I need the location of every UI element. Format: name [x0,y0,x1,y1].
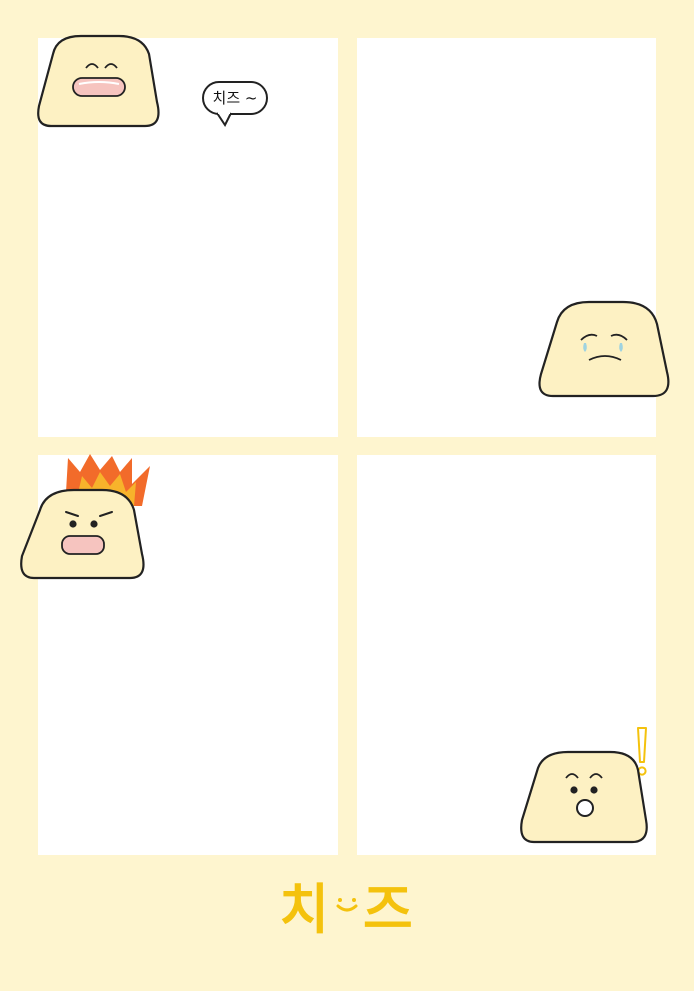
surprised-cheese-character [520,727,648,844]
logo-text-left: 치 [279,877,331,941]
speech-bubble-tail [216,110,232,127]
speech-bubble: 치즈 ~ [202,81,268,115]
cheese-logo: 치 즈 [230,866,464,942]
crying-cheese-character [538,300,670,398]
speech-bubble-text: 치즈 ~ [212,89,258,107]
smile-face-icon [336,898,358,912]
angry-cheese-character [20,454,150,580]
exclamation-mark-icon [637,727,647,776]
laughing-cheese-character [37,34,160,128]
logo-text-right: 즈 [363,877,415,941]
